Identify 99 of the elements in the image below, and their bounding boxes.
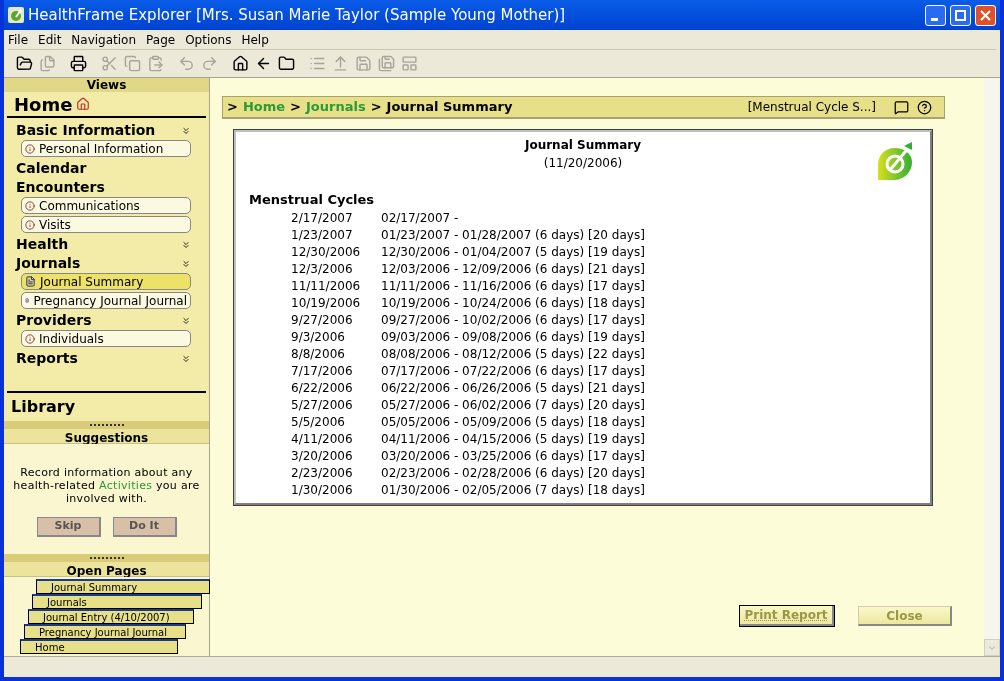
menu-item[interactable]: Page xyxy=(146,30,176,49)
nav-link[interactable]: Communications xyxy=(21,197,191,214)
breadcrumb-current: Journal Summary xyxy=(386,98,513,117)
section-heading[interactable]: Basic Information xyxy=(16,120,156,141)
suggestion-button[interactable]: Do It xyxy=(112,517,177,537)
table-cell-text: 2/17/2007 xyxy=(291,210,354,227)
report-title: Journal Summary xyxy=(524,137,642,154)
maximize-button[interactable] xyxy=(950,4,971,26)
panel-header: Open Pages xyxy=(4,562,209,577)
table-cell-text: 7/17/2006 xyxy=(291,363,354,380)
table-cell-text: 2/23/2006 xyxy=(291,465,354,482)
logo-icon xyxy=(876,142,914,182)
section-heading[interactable]: Encounters xyxy=(16,177,105,198)
printer-icon[interactable] xyxy=(70,55,87,72)
app-logo-icon xyxy=(8,7,24,23)
open-page-tab[interactable]: Journals xyxy=(32,594,202,609)
table-cell-text: 10/19/2006 xyxy=(291,295,362,312)
panel-header: Views xyxy=(4,78,209,92)
menu-item[interactable]: Navigation xyxy=(71,30,137,49)
notes-icon[interactable] xyxy=(894,99,909,115)
info-icon xyxy=(25,200,35,211)
suggestion-text: Record information about any health-related Activities you are involved with. xyxy=(12,466,201,505)
expand-icon[interactable] xyxy=(181,239,191,250)
open-page-tab[interactable]: Journal Summary xyxy=(36,579,210,594)
menu-item[interactable]: Edit xyxy=(38,30,62,49)
table-cell-text: 02/23/2006 - 02/28/2006 (6 days) [20 days] xyxy=(381,465,645,482)
table-cell-text: 11/11/2006 xyxy=(291,278,362,295)
report-date: (11/20/2006) xyxy=(543,155,623,172)
table-cell-text: 11/11/2006 - 11/16/2006 (6 days) [17 days] xyxy=(381,278,645,295)
open-page-tab[interactable]: Journal Entry (4/10/2007) xyxy=(28,609,194,624)
breadcrumb-separator: > xyxy=(370,98,382,117)
section-heading[interactable]: Journals xyxy=(16,253,81,274)
table-cell-text: 07/17/2006 - 07/22/2006 (6 days) [17 days] xyxy=(381,363,645,380)
table-cell-text: 12/03/2006 - 12/09/2006 (6 days) [21 days] xyxy=(381,261,645,278)
breadcrumb-separator: > xyxy=(227,98,238,117)
table-cell-text: 1/23/2007 xyxy=(291,227,354,244)
library-heading[interactable]: Library xyxy=(11,395,76,419)
folder-icon[interactable] xyxy=(278,55,295,72)
context-label: [Menstrual Cycle S...] xyxy=(747,99,876,116)
open-page-tab[interactable]: Pregnancy Journal Journal xyxy=(24,624,186,639)
info-icon xyxy=(25,143,35,154)
table-cell-text: 09/27/2006 - 10/02/2006 (6 days) [17 days] xyxy=(381,312,645,329)
table-cell-text: 05/27/2006 - 06/02/2006 (7 days) [20 days] xyxy=(381,397,645,414)
nav-link[interactable]: Visits xyxy=(21,216,191,233)
info-icon xyxy=(25,219,35,230)
nav-link[interactable]: Personal Information xyxy=(21,140,191,157)
home-heading[interactable]: Home xyxy=(14,90,73,118)
table-cell-text: 09/03/2006 - 09/08/2006 (6 days) [19 days] xyxy=(381,329,645,346)
menu-item[interactable]: Options xyxy=(185,30,232,49)
section-title: Menstrual Cycles xyxy=(249,191,376,209)
breadcrumb-separator: > xyxy=(290,98,301,117)
table-cell-text: 03/20/2006 - 03/25/2006 (6 days) [17 days] xyxy=(381,448,645,465)
maximize-icon xyxy=(955,9,966,21)
table-cell-text: 04/11/2006 - 04/15/2006 (5 days) [19 days] xyxy=(381,431,645,448)
table-cell-text: 02/17/2007 - xyxy=(381,210,459,227)
table-cell-text: 06/22/2006 - 06/26/2006 (5 days) [21 days] xyxy=(381,380,645,397)
section-heading[interactable]: Providers xyxy=(16,310,92,331)
table-cell-text: 01/23/2007 - 01/28/2007 (6 days) [20 days] xyxy=(381,227,645,244)
open-page-tab[interactable]: Home xyxy=(20,639,178,654)
menu-item[interactable]: File xyxy=(8,30,29,49)
suggestion-button[interactable]: Skip xyxy=(36,517,101,537)
table-cell-text: 4/11/2006 xyxy=(291,431,354,448)
table-cell-text: 08/08/2006 - 08/12/2006 (5 days) [22 days] xyxy=(381,346,645,363)
folder-icon[interactable] xyxy=(16,55,33,72)
panel-header: Suggestions xyxy=(4,429,209,444)
section-heading[interactable]: Reports xyxy=(16,348,78,369)
expand-icon[interactable] xyxy=(181,353,191,364)
minimize-icon xyxy=(930,17,938,21)
table-cell-text: 1/30/2006 xyxy=(291,482,354,499)
table-cell-text: 8/8/2006 xyxy=(291,346,346,363)
window-title: HealthFrame Explorer [Mrs. Susan Marie Taylor (Sample Young Mother)] xyxy=(28,4,567,26)
table-cell-text: 05/05/2006 - 05/09/2006 (5 days) [18 days] xyxy=(381,414,645,431)
expand-icon[interactable] xyxy=(181,125,191,136)
table-cell-text: 01/30/2006 - 02/05/2006 (7 days) [18 days] xyxy=(381,482,645,499)
table-cell-text: 3/20/2006 xyxy=(291,448,354,465)
table-cell-text: 9/27/2006 xyxy=(291,312,354,329)
expand-icon[interactable] xyxy=(181,258,191,269)
table-cell-text: 6/22/2006 xyxy=(291,380,354,397)
section-heading[interactable]: Calendar xyxy=(16,158,87,179)
nav-link[interactable]: Pregnancy Journal Journal xyxy=(21,292,191,309)
table-cell-text: 12/30/2006 - 01/04/2007 (5 days) [19 days] xyxy=(381,244,645,261)
expand-icon[interactable] xyxy=(181,315,191,326)
table-cell-text: 12/30/2006 xyxy=(291,244,362,261)
table-cell-text: 10/19/2006 - 10/24/2006 (6 days) [18 days] xyxy=(381,295,645,312)
table-cell-text: 5/5/2006 xyxy=(291,414,346,431)
help-icon[interactable] xyxy=(917,99,932,115)
close-button[interactable] xyxy=(975,4,996,26)
home-icon[interactable] xyxy=(232,55,249,72)
table-cell-text: 9/3/2006 xyxy=(291,329,346,346)
menu-item[interactable]: Help xyxy=(241,30,269,49)
nav-link[interactable]: Individuals xyxy=(21,330,191,347)
nav-link[interactable]: Journal Summary xyxy=(21,273,191,290)
minimize-button[interactable] xyxy=(925,4,946,26)
table-cell-text: 5/27/2006 xyxy=(291,397,354,414)
table-cell-text: 12/3/2006 xyxy=(291,261,354,278)
home-icon xyxy=(76,97,91,111)
close-icon xyxy=(980,9,991,21)
info-icon xyxy=(25,333,35,344)
section-heading[interactable]: Health xyxy=(16,234,69,255)
